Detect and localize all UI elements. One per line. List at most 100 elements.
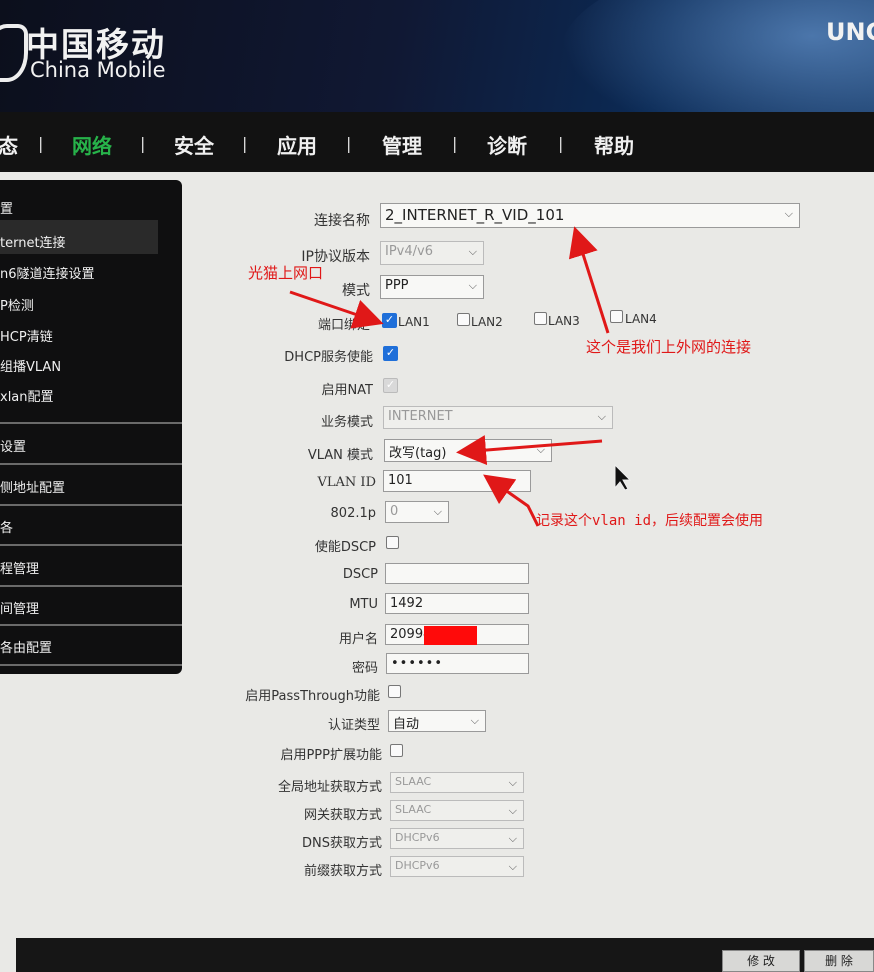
dot1p-select[interactable]: 0 ⌵ bbox=[385, 501, 449, 523]
dscp-input[interactable] bbox=[385, 563, 529, 584]
nav-item-status[interactable]: 态 bbox=[0, 130, 18, 159]
mouse-cursor-icon bbox=[614, 463, 632, 491]
china-mobile-logo-icon bbox=[0, 24, 28, 82]
conn-name-select[interactable]: 2_INTERNET_R_VID_101 ⌵ bbox=[380, 203, 800, 228]
nav-item-help[interactable]: 帮助 bbox=[594, 130, 634, 159]
sidebar-divider bbox=[0, 422, 182, 424]
mode-value: PPP bbox=[385, 278, 409, 293]
nav-item-security[interactable]: 安全 bbox=[174, 130, 214, 159]
logo-english-text: China Mobile bbox=[30, 58, 166, 82]
dot1p-label: 802.1p bbox=[330, 506, 376, 521]
gateway-select[interactable]: SLAAC ⌵ bbox=[390, 800, 524, 821]
lan3-label: LAN3 bbox=[548, 314, 580, 328]
username-label: 用户名 bbox=[338, 632, 378, 647]
chevron-down-icon: ⌵ bbox=[508, 832, 517, 845]
sidebar-item-routing[interactable]: 各由配置 bbox=[0, 637, 160, 656]
nav-separator: | bbox=[558, 134, 564, 153]
sidebar-item-multicast-vlan[interactable]: 组播VLAN bbox=[0, 356, 160, 375]
global-addr-value: SLAAC bbox=[395, 775, 432, 788]
service-mode-label: 业务模式 bbox=[320, 415, 373, 430]
nav-separator: | bbox=[38, 134, 44, 153]
sidebar-divider bbox=[0, 585, 182, 587]
sidebar-item-misc[interactable]: 各 bbox=[0, 517, 160, 536]
chevron-down-icon: ⌵ bbox=[784, 207, 793, 220]
chevron-down-icon: ⌵ bbox=[470, 714, 479, 727]
passthrough-label: 启用PassThrough功能 bbox=[245, 689, 380, 704]
ppp-ext-label: 启用PPP扩展功能 bbox=[280, 748, 382, 763]
dscp-label: DSCP bbox=[342, 567, 378, 582]
sidebar-item-dhcp[interactable]: HCP清链 bbox=[0, 326, 160, 345]
dns-label: DNS获取方式 bbox=[302, 836, 382, 851]
mtu-input[interactable]: 1492 bbox=[385, 593, 529, 614]
delete-button[interactable]: 删 除 bbox=[804, 950, 874, 972]
nav-separator: | bbox=[242, 134, 248, 153]
modify-button[interactable]: 修 改 bbox=[722, 950, 800, 972]
nav-item-application[interactable]: 应用 bbox=[277, 130, 317, 159]
dhcp-label: DHCP服务使能 bbox=[284, 350, 373, 365]
nat-label: 启用NAT bbox=[321, 383, 373, 398]
dscp-enable-label: 使能DSCP bbox=[314, 540, 376, 555]
dhcp-checkbox[interactable]: ✓ bbox=[383, 346, 398, 361]
chevron-down-icon: ⌵ bbox=[597, 410, 606, 423]
sidebar-item-time-mgmt[interactable]: 间管理 bbox=[0, 598, 160, 617]
sidebar: 置 ternet连接 n6隧道连接设置 P检测 HCP清链 组播VLAN xla… bbox=[0, 180, 182, 674]
sidebar-item-remote-mgmt[interactable]: 程管理 bbox=[0, 558, 160, 577]
mode-select[interactable]: PPP ⌵ bbox=[380, 275, 484, 299]
chevron-down-icon: ⌵ bbox=[468, 279, 477, 292]
vlan-mode-label: VLAN 模式 bbox=[307, 448, 373, 463]
sidebar-item-internet[interactable]: ternet连接 bbox=[0, 232, 160, 251]
sidebar-item-lan-settings[interactable]: 设置 bbox=[0, 436, 160, 455]
conn-name-label: 连接名称 bbox=[314, 213, 370, 229]
sidebar-item-ipv6-tunnel[interactable]: n6隧道连接设置 bbox=[0, 263, 160, 282]
lan3-checkbox[interactable] bbox=[534, 312, 547, 325]
gateway-value: SLAAC bbox=[395, 803, 432, 816]
chevron-down-icon: ⌵ bbox=[536, 443, 545, 456]
nav-item-management[interactable]: 管理 bbox=[382, 130, 422, 159]
dscp-enable-checkbox[interactable] bbox=[386, 536, 399, 549]
ip-version-select[interactable]: IPv4/v6 ⌵ bbox=[380, 241, 484, 265]
sidebar-item-vxlan[interactable]: xlan配置 bbox=[0, 386, 160, 405]
auth-type-select[interactable]: 自动 ⌵ bbox=[388, 710, 486, 732]
mtu-value: 1492 bbox=[390, 596, 424, 611]
top-nav: 态 | 网络 | 安全 | 应用 | 管理 | 诊断 | 帮助 bbox=[0, 112, 874, 172]
auth-type-value: 自动 bbox=[393, 717, 420, 732]
brand-right-text: UNC bbox=[826, 18, 874, 46]
nav-item-diagnosis[interactable]: 诊断 bbox=[487, 130, 527, 159]
vlan-id-input[interactable]: 101 bbox=[383, 470, 531, 492]
nav-item-network[interactable]: 网络 bbox=[72, 130, 112, 159]
nat-checkbox[interactable]: ✓ bbox=[383, 378, 398, 393]
chevron-down-icon: ⌵ bbox=[468, 245, 477, 258]
vlan-mode-select[interactable]: 改写(tag) ⌵ bbox=[384, 439, 552, 462]
service-mode-select[interactable]: INTERNET ⌵ bbox=[383, 406, 613, 429]
sidebar-divider bbox=[0, 664, 182, 666]
lan4-checkbox[interactable] bbox=[610, 310, 623, 323]
sidebar-divider bbox=[0, 463, 182, 465]
nav-separator: | bbox=[346, 134, 352, 153]
annotation-internet-conn: 这个是我们上外网的连接 bbox=[586, 338, 752, 356]
passthrough-checkbox[interactable] bbox=[388, 685, 401, 698]
annotation-vlan-note: 记录这个vlan id，后续配置会使用 bbox=[536, 513, 764, 529]
sidebar-item-ip-detect[interactable]: P检测 bbox=[0, 295, 160, 314]
global-addr-select[interactable]: SLAAC ⌵ bbox=[390, 772, 524, 793]
port-binding-label: 端口绑定 bbox=[317, 318, 370, 333]
header-banner: 中国移动 China Mobile UNC bbox=[0, 0, 874, 112]
chevron-down-icon: ⌵ bbox=[433, 505, 442, 518]
password-value: •••••• bbox=[391, 656, 444, 671]
prefix-select[interactable]: DHCPv6 ⌵ bbox=[390, 856, 524, 877]
ip-version-value: IPv4/v6 bbox=[385, 244, 433, 259]
password-input[interactable]: •••••• bbox=[386, 653, 529, 674]
dns-select[interactable]: DHCPv6 ⌵ bbox=[390, 828, 524, 849]
lan1-checkbox[interactable]: ✓ bbox=[382, 313, 397, 328]
arrow-internet-conn bbox=[568, 226, 610, 334]
annotation-uplink: 光猫上网口 bbox=[248, 264, 324, 282]
sidebar-item-address-config[interactable]: 侧地址配置 bbox=[0, 477, 160, 496]
prefix-label: 前缀获取方式 bbox=[303, 864, 382, 879]
lan2-checkbox[interactable] bbox=[457, 313, 470, 326]
chevron-down-icon: ⌵ bbox=[508, 776, 517, 789]
ppp-ext-checkbox[interactable] bbox=[390, 744, 403, 757]
header-swoosh-decoration bbox=[560, 0, 874, 112]
dns-value: DHCPv6 bbox=[395, 831, 440, 844]
sidebar-divider bbox=[0, 624, 182, 626]
sidebar-item-settings[interactable]: 置 bbox=[0, 198, 160, 217]
vlan-id-value: 101 bbox=[388, 473, 413, 488]
